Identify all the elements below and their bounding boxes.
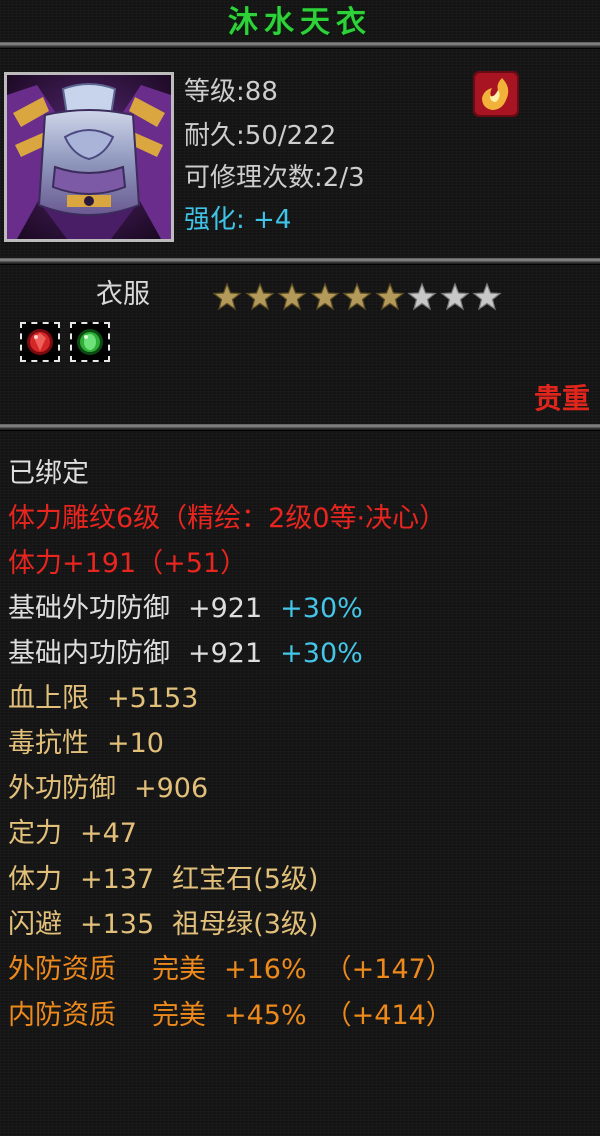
star-filled-icon [277,282,307,311]
stat-value: +10 [107,728,164,759]
star-empty-icon [407,282,437,311]
star-filled-icon [212,282,242,311]
star-filled-icon [342,282,372,311]
stat-label: 闪避 [8,909,62,940]
vitality-gem: 体力 +137 红宝石(5级) [8,858,318,902]
stat-value: +921 [188,593,263,624]
outer-defense: 外功防御 +906 [8,767,208,811]
flame-emblem-icon [473,71,519,117]
stat-value: +5153 [107,683,199,714]
stat-bonus: （+414） [324,1000,453,1031]
stat-bonus: +30% [280,638,363,669]
quality-grade: 完美 [152,954,206,985]
stat-label: 内防资质 [8,1000,116,1031]
carving-info: 体力雕纹6级（精绘：2级0等·决心） [8,503,447,534]
inner-defense-quality: 内防资质 完美 +45% （+414） [8,994,453,1038]
stat-bonus: （+147） [324,954,453,985]
item-tooltip: 沐水天衣 等级:88 耐久:50/222 可修理次数:2/3 强化: +4 衣服… [0,0,600,1136]
enhance-value: +4 [253,205,292,235]
durability-label: 耐久 [184,121,237,151]
outer-defense-quality: 外防资质 完美 +16% （+147） [8,948,453,992]
stat-value: +16% [224,954,307,985]
stat-label: 体力 [8,864,62,895]
carving-stat: 体力+191（+51） [8,542,247,586]
gem-slot-2[interactable] [70,322,110,362]
carving-stat-label: 体力+191 [8,548,137,579]
level-value: :88 [236,77,278,107]
divider-top [0,42,600,48]
star-filled-icon [374,282,405,311]
star-filled-icon [244,282,275,311]
stat-value: +135 [80,909,155,940]
emerald-gem-icon [77,329,103,355]
enhance-label: 强化: [184,205,245,235]
star-filled-icon [309,282,340,311]
base-inner-defense: 基础内功防御 +921 +30% [8,632,363,676]
stat-label: 基础外功防御 [8,593,170,624]
item-portrait [4,72,174,242]
gem-slot-1[interactable] [20,322,60,362]
item-durability: 耐久:50/222 [184,118,336,154]
focus: 定力 +47 [8,812,137,856]
star-empty-icon [472,282,502,311]
stat-label: 外功防御 [8,773,116,804]
bound-status: 已绑定 [8,458,89,489]
gem-name: 红宝石(5级) [172,864,319,895]
quality-grade: 完美 [152,1000,206,1031]
armor-robe-icon [7,75,171,239]
item-type: 衣服 [96,279,150,310]
level-label: 等级 [184,77,237,107]
ruby-gem-icon [27,329,53,355]
stat-label: 外防资质 [8,954,116,985]
stat-label: 基础内功防御 [8,638,170,669]
item-repair-count: 可修理次数:2/3 [184,160,365,196]
dodge-gem: 闪避 +135 祖母绿(3级) [8,903,318,947]
stat-bonus: +30% [280,593,363,624]
hp-max: 血上限 +5153 [8,677,198,721]
stat-value: +137 [80,864,155,895]
durability-value: :50/222 [236,121,337,151]
stat-label: 血上限 [8,683,89,714]
divider-mid [0,258,600,264]
carving-stat-bonus: （+51） [136,548,248,579]
item-name: 沐水天衣 [228,5,372,40]
stat-value: +47 [80,818,137,849]
item-enhance: 强化: +4 [184,202,291,238]
poison-resist: 毒抗性 +10 [8,722,164,766]
repair-value: :2/3 [314,163,365,193]
stat-value: +921 [188,638,263,669]
item-level: 等级:88 [184,74,278,110]
base-outer-defense: 基础外功防御 +921 +30% [8,587,363,631]
star-empty-icon [439,282,470,311]
stat-label: 毒抗性 [8,728,89,759]
rarity-label: 贵重 [533,382,590,415]
stat-value: +45% [224,1000,307,1031]
stat-value: +906 [134,773,209,804]
divider-bottom [0,424,600,430]
gem-name: 祖母绿(3级) [172,909,319,940]
star-rating [212,282,505,312]
repair-label: 可修理次数 [184,163,315,193]
stat-label: 定力 [8,818,62,849]
